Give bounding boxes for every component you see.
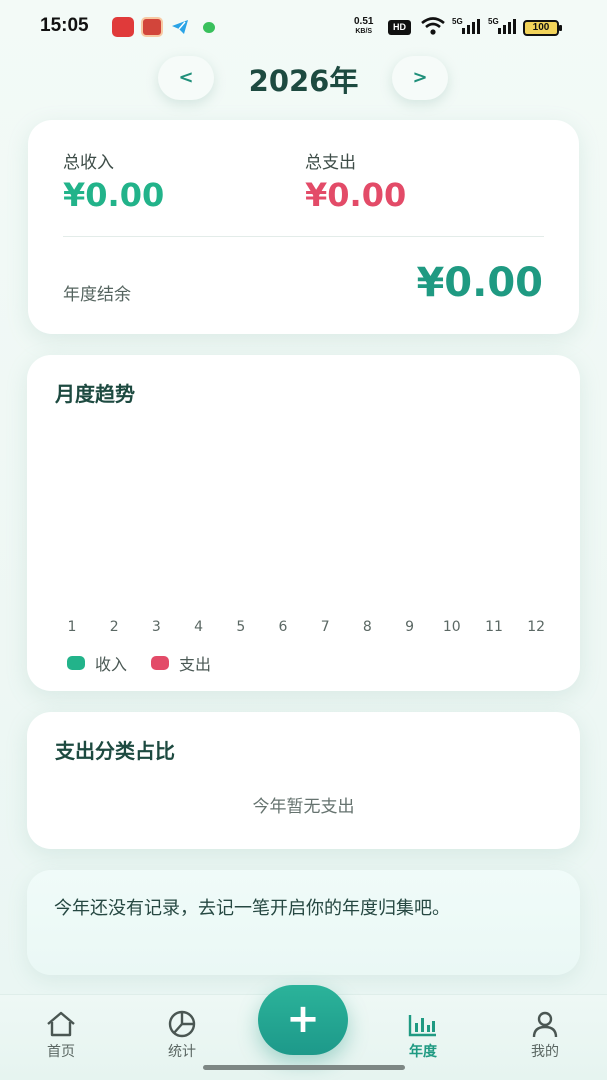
total-income-value: ¥0.00 [63, 176, 165, 214]
svg-text:5G: 5G [452, 17, 463, 26]
year-selector: < 2026年 > [0, 54, 607, 102]
network-speed: 0.51 KB/S [354, 17, 373, 37]
status-time: 15:05 [40, 15, 89, 36]
battery-indicator: 100 [523, 20, 562, 36]
expense-swatch [151, 656, 170, 670]
total-income-label: 总收入 [63, 153, 114, 173]
telegram-icon [170, 17, 190, 37]
month-tick-1: 1 [67, 619, 77, 635]
month-tick-3: 3 [151, 619, 161, 635]
expense-category-title: 支出分类占比 [55, 739, 175, 763]
nav-home[interactable]: 首页 [21, 1009, 101, 1061]
wifi-icon [420, 16, 446, 40]
year-title: 2026年 [248, 64, 359, 98]
month-tick-7: 7 [320, 619, 330, 635]
month-tick-11: 11 [485, 619, 503, 635]
trend-legend: 收入 支出 [67, 651, 235, 675]
total-expense-label: 总支出 [305, 153, 356, 173]
annual-balance-label: 年度结余 [63, 285, 131, 305]
home-icon [44, 1009, 78, 1039]
signal-5g-icon-2: 5G [488, 16, 518, 40]
month-tick-10: 10 [442, 619, 461, 635]
food-app-icon [141, 17, 163, 37]
network-speed-value: 0.51 [354, 16, 374, 27]
status-bar: 15:05 0.51 KB/S HD 5G 5G 100 [0, 0, 607, 54]
annual-balance-value: ¥0.00 [416, 260, 543, 306]
user-icon [528, 1009, 562, 1039]
legend-label-income: 收入 [95, 655, 128, 674]
wechat-icon [203, 22, 215, 33]
month-tick-12: 12 [527, 619, 546, 635]
legend-item-income: 收入 [67, 651, 127, 675]
month-tick-4: 4 [194, 619, 204, 635]
xiaohongshu-app-icon [112, 17, 134, 37]
month-tick-2: 2 [109, 619, 119, 635]
annual-tip-text: 今年还没有记录，去记一笔开启你的年度归集吧。 [54, 898, 450, 919]
nav-me-label: 我的 [531, 1044, 559, 1060]
expense-category-card: 支出分类占比 今年暂无支出 [27, 712, 580, 849]
total-expense-value: ¥0.00 [305, 176, 407, 214]
annual-tip-card: 今年还没有记录，去记一笔开启你的年度归集吧。 [27, 870, 580, 975]
summary-divider [63, 236, 544, 237]
monthly-trend-title: 月度趋势 [55, 382, 135, 406]
home-indicator[interactable] [203, 1065, 405, 1070]
next-year-button[interactable]: > [392, 56, 448, 100]
empty-expense-message: 今年暂无支出 [252, 797, 355, 817]
monthly-trend-card: 月度趋势 1 2 3 4 5 6 7 8 9 10 11 12 收入 支出 [27, 355, 580, 691]
pie-chart-icon [165, 1009, 199, 1039]
network-speed-unit: KB/S [355, 28, 373, 35]
nav-home-label: 首页 [47, 1044, 75, 1060]
hd-badge: HD [388, 20, 411, 35]
month-tick-9: 9 [405, 619, 415, 635]
bar-chart-icon [406, 1009, 440, 1039]
svg-text:5G: 5G [488, 17, 499, 26]
nav-me[interactable]: 我的 [505, 1009, 585, 1061]
nav-stats[interactable]: 统计 [142, 1009, 222, 1061]
month-axis: 1 2 3 4 5 6 7 8 9 10 11 12 [56, 619, 560, 639]
signal-5g-icon: 5G [452, 16, 482, 40]
legend-label-expense: 支出 [179, 655, 212, 674]
nav-annual[interactable]: 年度 [383, 1009, 463, 1061]
annual-summary-card: 总收入 ¥0.00 总支出 ¥0.00 年度结余 ¥0.00 [28, 120, 579, 334]
nav-stats-label: 统计 [168, 1044, 196, 1060]
month-tick-8: 8 [362, 619, 372, 635]
legend-item-expense: 支出 [151, 651, 211, 675]
nav-annual-label: 年度 [409, 1044, 437, 1060]
add-record-button[interactable]: + [258, 985, 348, 1055]
month-tick-5: 5 [236, 619, 246, 635]
income-swatch [67, 656, 85, 670]
month-tick-6: 6 [278, 619, 288, 635]
